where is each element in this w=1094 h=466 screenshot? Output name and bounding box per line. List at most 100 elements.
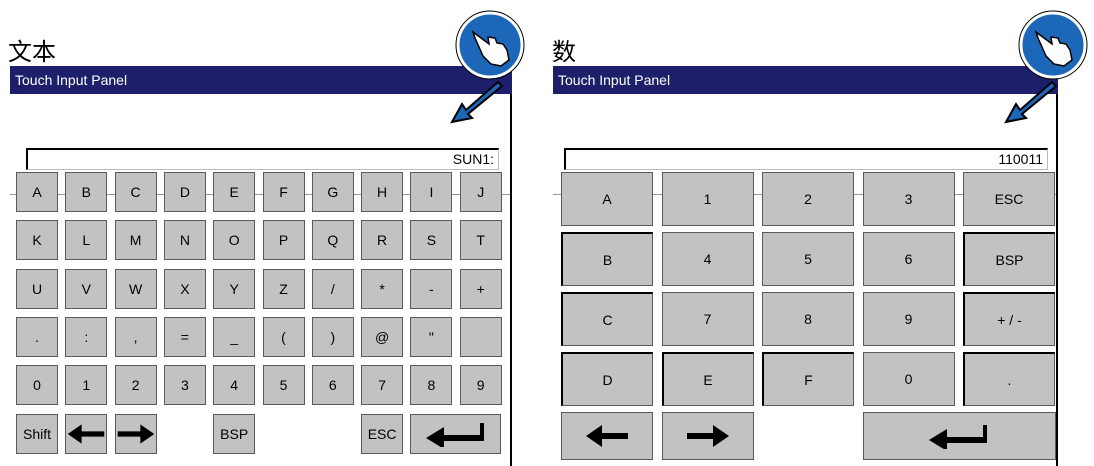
key-label: . (1007, 371, 1012, 388)
key-B[interactable]: B (65, 172, 108, 212)
enter-key[interactable] (862, 412, 1056, 460)
key-J[interactable]: J (459, 172, 502, 212)
cursor-right-key[interactable] (114, 413, 157, 454)
key-label: P (278, 232, 289, 249)
key-C[interactable]: C (114, 172, 157, 212)
key-label: D (179, 184, 190, 200)
key-1[interactable]: 1 (65, 365, 108, 406)
key-R[interactable]: R (361, 220, 404, 261)
key-blank[interactable] (459, 316, 502, 357)
key-N[interactable]: N (163, 220, 206, 261)
key-O[interactable]: O (213, 220, 256, 261)
key-5[interactable]: 5 (262, 365, 305, 406)
key-8[interactable]: 8 (410, 365, 453, 406)
key-label: ESC (994, 191, 1024, 207)
key--[interactable]: - (410, 268, 453, 309)
key-0[interactable]: 0 (16, 365, 58, 406)
enter-key[interactable] (410, 413, 502, 454)
key-9[interactable]: 9 (459, 365, 502, 406)
key-X[interactable]: X (163, 268, 206, 309)
backspace-key[interactable]: BSP (213, 413, 256, 454)
key-K[interactable]: K (16, 220, 58, 261)
arrow-left-icon (66, 421, 106, 447)
key-/[interactable]: / (311, 268, 354, 309)
key-BSP[interactable]: BSP (963, 232, 1055, 286)
key-*[interactable]: * (361, 268, 404, 309)
key-4[interactable]: 4 (213, 365, 256, 406)
key-I[interactable]: I (410, 172, 453, 212)
cursor-right-key[interactable] (661, 412, 754, 460)
key-0[interactable]: 0 (862, 352, 955, 406)
key-P[interactable]: P (262, 220, 305, 261)
key-B[interactable]: B (561, 232, 653, 286)
key-Q[interactable]: Q (311, 220, 354, 261)
key-Z[interactable]: Z (262, 268, 305, 309)
key-A[interactable]: A (561, 172, 653, 226)
key-label: 3 (904, 191, 913, 207)
key-:[interactable]: : (65, 316, 108, 357)
key-label: " (428, 328, 434, 345)
key-6[interactable]: 6 (311, 365, 354, 406)
key-label: . (35, 328, 39, 345)
key-label: + (476, 280, 485, 297)
key-1[interactable]: 1 (661, 172, 754, 226)
key-V[interactable]: V (65, 268, 108, 309)
key-+[interactable]: + (459, 268, 502, 309)
key-5[interactable]: 5 (762, 232, 854, 286)
key-label: * (379, 280, 385, 297)
key-label: ( (281, 328, 286, 345)
key-6[interactable]: 6 (862, 232, 955, 286)
key-F[interactable]: F (762, 352, 854, 406)
key-F[interactable]: F (262, 172, 305, 212)
key-9[interactable]: 9 (862, 292, 955, 346)
key-L[interactable]: L (65, 220, 108, 261)
key-ESC[interactable]: ESC (963, 172, 1055, 226)
key-@[interactable]: @ (361, 316, 404, 357)
key-7[interactable]: 7 (361, 365, 404, 406)
key-3[interactable]: 3 (163, 365, 206, 406)
key-"[interactable]: " (410, 316, 453, 357)
shift-key[interactable]: Shift (16, 413, 58, 454)
key-U[interactable]: U (16, 268, 58, 309)
key-label: E (229, 184, 239, 200)
window-titlebar: Touch Input Panel (553, 66, 1058, 94)
key-7[interactable]: 7 (661, 292, 754, 346)
key-label: O (228, 232, 240, 249)
key-label: I (429, 184, 434, 200)
arrow-left-icon (581, 423, 633, 449)
key-[interactable]: + / - (963, 292, 1055, 346)
key-W[interactable]: W (114, 268, 157, 309)
key-A[interactable]: A (16, 172, 58, 212)
key-S[interactable]: S (410, 220, 453, 261)
key-E[interactable]: E (661, 352, 754, 406)
key-D[interactable]: D (561, 352, 653, 406)
key-,[interactable]: , (114, 316, 157, 357)
key-[interactable]: . (963, 352, 1055, 406)
key-8[interactable]: 8 (762, 292, 854, 346)
key-G[interactable]: G (311, 172, 354, 212)
key-3[interactable]: 3 (862, 172, 955, 226)
key-2[interactable]: 2 (114, 365, 157, 406)
key-.[interactable]: . (16, 316, 58, 357)
key-_[interactable]: _ (213, 316, 256, 357)
key-E[interactable]: E (213, 172, 256, 212)
number-input-field[interactable]: 110011 (564, 148, 1048, 170)
key-2[interactable]: 2 (762, 172, 854, 226)
key-([interactable]: ( (262, 316, 305, 357)
key-label: 0 (33, 377, 41, 394)
key-4[interactable]: 4 (661, 232, 754, 286)
key-=[interactable]: = (163, 316, 206, 357)
escape-key[interactable]: ESC (361, 413, 404, 454)
text-input-field[interactable]: SUN1: (26, 148, 499, 170)
cursor-left-key[interactable] (65, 413, 108, 454)
key-)[interactable]: ) (311, 316, 354, 357)
key-label: , (133, 328, 138, 345)
key-C[interactable]: C (561, 292, 653, 346)
key-H[interactable]: H (361, 172, 404, 212)
key-M[interactable]: M (114, 220, 157, 261)
key-D[interactable]: D (163, 172, 206, 212)
key-T[interactable]: T (459, 220, 502, 261)
cursor-left-key[interactable] (561, 412, 653, 460)
key-label: F (804, 371, 813, 388)
key-Y[interactable]: Y (213, 268, 256, 309)
